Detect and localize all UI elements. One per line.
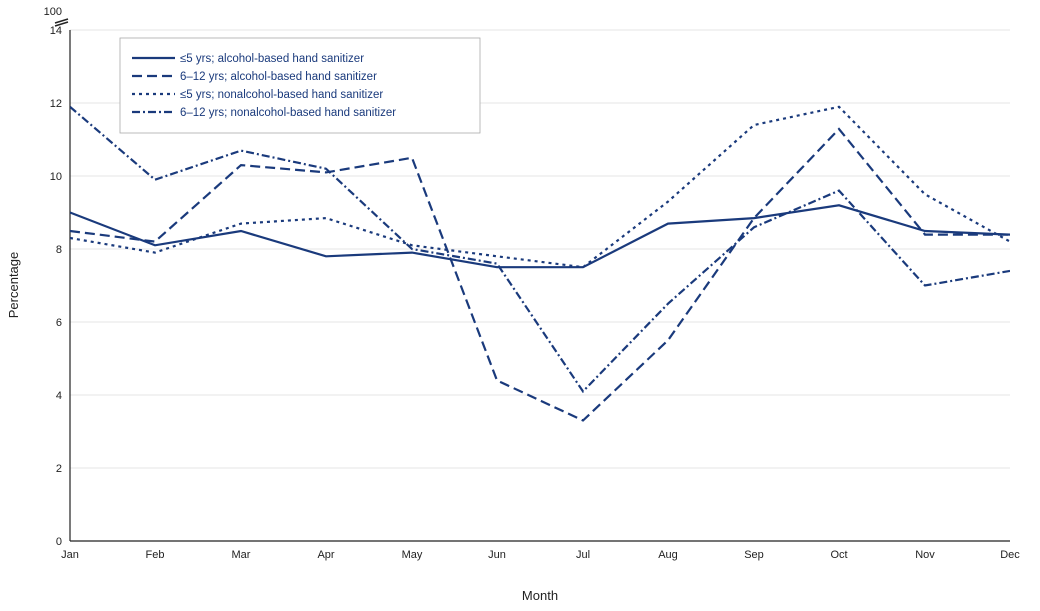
y-tick-4: 4 (56, 390, 62, 402)
svg-text:Jun: Jun (488, 549, 506, 561)
svg-text:Jul: Jul (576, 549, 590, 561)
legend-label-2: 6–12 yrs; alcohol-based hand sanitizer (180, 71, 377, 83)
svg-text:Feb: Feb (146, 549, 165, 561)
y-tick-0: 0 (56, 536, 62, 548)
y-tick-2: 2 (56, 463, 62, 475)
x-ticks: Jan Feb Mar Apr May Jun Jul Aug Sep Oct … (61, 549, 1020, 561)
y-tick-14: 14 (50, 25, 62, 37)
svg-text:Nov: Nov (915, 549, 935, 561)
series-6to12-alcohol (70, 129, 1010, 421)
y-axis-label: Percentage (6, 252, 21, 319)
svg-text:Mar: Mar (232, 549, 251, 561)
y-tick-8: 8 (56, 244, 62, 256)
svg-text:Aug: Aug (658, 549, 678, 561)
chart-svg: Percentage Month 0 2 4 6 8 10 12 14 100 (0, 0, 1040, 611)
series-le5-alcohol (70, 205, 1010, 267)
svg-text:May: May (402, 549, 423, 561)
svg-text:Jan: Jan (61, 549, 79, 561)
y-tick-100: 100 (44, 6, 62, 18)
svg-text:Apr: Apr (317, 549, 334, 561)
svg-text:Dec: Dec (1000, 549, 1020, 561)
y-tick-12: 12 (50, 98, 62, 110)
legend-label-3: ≤5 yrs; nonalcohol-based hand sanitizer (180, 89, 383, 101)
y-tick-10: 10 (50, 171, 62, 183)
y-tick-6: 6 (56, 317, 62, 329)
legend-label-1: ≤5 yrs; alcohol-based hand sanitizer (180, 53, 364, 65)
chart-container: Percentage Month 0 2 4 6 8 10 12 14 100 (0, 0, 1040, 611)
svg-text:Sep: Sep (744, 549, 764, 561)
svg-text:Oct: Oct (830, 549, 847, 561)
legend-label-4: 6–12 yrs; nonalcohol-based hand sanitize… (180, 107, 396, 119)
x-axis-label: Month (522, 588, 558, 603)
